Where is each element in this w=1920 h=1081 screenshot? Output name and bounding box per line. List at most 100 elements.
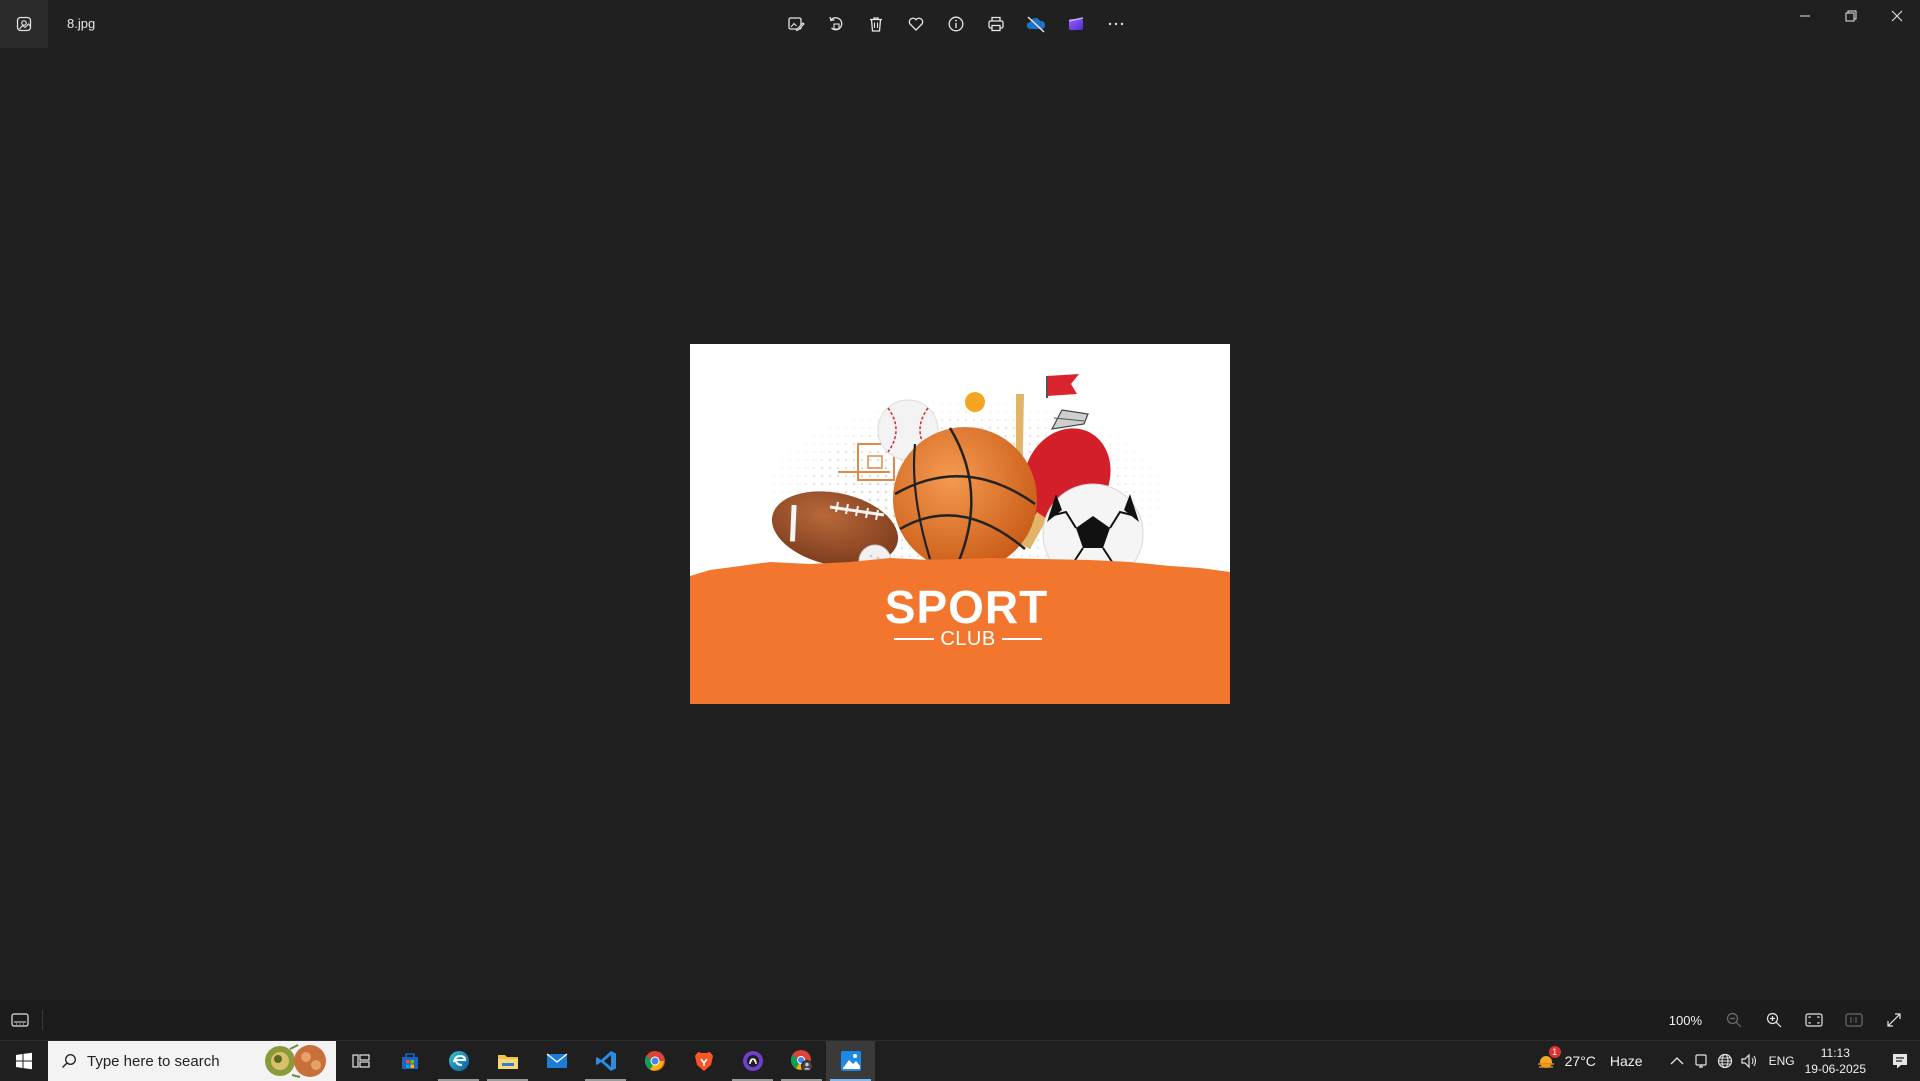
weather-widget[interactable]: 1 27°C Haze <box>1535 1046 1643 1072</box>
brave-icon <box>694 1052 713 1071</box>
taskbar-search-box[interactable]: Type here to search <box>48 1041 336 1081</box>
edit-image-button[interactable] <box>780 8 812 40</box>
taskbar-brave[interactable] <box>679 1041 728 1081</box>
zoom-out-button[interactable] <box>1716 1004 1752 1036</box>
search-placeholder: Type here to search <box>87 1052 220 1070</box>
close-icon <box>1891 10 1903 22</box>
rotate-icon <box>829 16 843 31</box>
photos-icon <box>840 1051 861 1071</box>
basketball-graphic <box>893 427 1037 571</box>
show-hidden-icons-button[interactable] <box>1665 1041 1689 1081</box>
ping-pong-ball-graphic <box>965 392 985 412</box>
clipchamp-icon <box>1068 17 1084 30</box>
delete-button[interactable] <box>860 8 892 40</box>
filmstrip-button[interactable] <box>6 1008 34 1032</box>
system-tray: 1 27°C Haze ENG 11:13 19-06-2025 <box>1535 1041 1920 1081</box>
close-button[interactable] <box>1874 0 1920 32</box>
edge-icon <box>448 1051 469 1071</box>
clock-date: 19-06-2025 <box>1804 1062 1866 1076</box>
minimize-icon <box>1800 15 1810 17</box>
actual-size-button[interactable] <box>1836 1004 1872 1036</box>
input-language[interactable]: ENG <box>1769 1054 1795 1068</box>
more-options-button[interactable] <box>1100 8 1132 40</box>
zoom-out-icon <box>1726 1012 1742 1028</box>
onedrive-button[interactable] <box>1020 8 1052 40</box>
taskbar-chrome[interactable] <box>630 1041 679 1081</box>
zoom-in-icon <box>1766 1012 1782 1028</box>
photos-window: 8.jpg SPORT CLUB 100% <box>0 0 1920 1040</box>
trash-icon <box>870 17 882 32</box>
filmstrip-icon <box>11 1013 29 1027</box>
clock-time: 11:13 <box>1820 1046 1850 1060</box>
image-subline: CLUB <box>894 626 1043 652</box>
taskbar-microsoft-store[interactable] <box>385 1041 434 1081</box>
microsoft-store-icon <box>401 1053 418 1069</box>
meet-now-button[interactable] <box>1689 1041 1713 1081</box>
globe-icon <box>1717 1053 1732 1069</box>
volume-button[interactable] <box>1737 1041 1761 1081</box>
notifications-button[interactable] <box>1880 1041 1920 1081</box>
info-icon <box>948 16 964 32</box>
zoom-in-button[interactable] <box>1756 1004 1792 1036</box>
clipchamp-button[interactable] <box>1060 8 1092 40</box>
taskbar-apps <box>336 1041 875 1081</box>
restore-icon <box>1845 10 1857 22</box>
fit-window-icon <box>1805 1013 1823 1027</box>
bottom-bar: 100% <box>0 1000 1920 1040</box>
minimize-button[interactable] <box>1782 0 1828 32</box>
rotate-button[interactable] <box>820 8 852 40</box>
print-button[interactable] <box>980 8 1012 40</box>
github-desktop-icon <box>742 1051 763 1071</box>
printer-icon <box>988 16 1004 32</box>
taskbar-photos[interactable] <box>826 1041 875 1081</box>
ellipsis-icon <box>1108 22 1124 26</box>
displayed-image: SPORT CLUB <box>690 344 1230 704</box>
expand-icon <box>1887 1013 1901 1027</box>
zoom-level[interactable]: 100% <box>1669 1013 1702 1028</box>
taskbar-github-desktop[interactable] <box>728 1041 777 1081</box>
search-highlight-illustration <box>265 1044 326 1078</box>
taskbar-chrome-profile[interactable] <box>777 1041 826 1081</box>
windows-logo-icon <box>16 1052 32 1070</box>
speaker-icon <box>1740 1053 1756 1069</box>
chevron-up-icon <box>1670 1057 1684 1065</box>
weather-temperature: 27°C <box>1564 1053 1596 1069</box>
bottom-divider <box>42 1010 43 1030</box>
window-controls <box>1782 0 1920 32</box>
weather-alert-badge: 1 <box>1548 1046 1561 1058</box>
chrome-icon <box>644 1051 665 1071</box>
network-button[interactable] <box>1713 1041 1737 1081</box>
full-screen-button[interactable] <box>1876 1004 1912 1036</box>
zoom-controls: 100% <box>1669 1004 1912 1036</box>
file-info-button[interactable] <box>940 8 972 40</box>
folder-icon <box>497 1055 518 1069</box>
actual-size-icon <box>1845 1013 1863 1027</box>
clock[interactable]: 11:13 19-06-2025 <box>1805 1045 1866 1077</box>
taskbar-edge[interactable] <box>434 1041 483 1081</box>
device-icon <box>1694 1054 1707 1068</box>
heart-icon <box>908 17 924 31</box>
start-button[interactable] <box>0 1041 48 1081</box>
task-view-button[interactable] <box>336 1041 385 1081</box>
fit-to-window-button[interactable] <box>1796 1004 1832 1036</box>
restore-button[interactable] <box>1828 0 1874 32</box>
weather-icon: 1 <box>1535 1046 1561 1072</box>
chrome-profile-icon <box>790 1050 813 1072</box>
photos-app-icon[interactable] <box>0 0 48 48</box>
mail-icon <box>546 1053 567 1068</box>
taskbar-mail[interactable] <box>532 1041 581 1081</box>
taskbar-file-explorer[interactable] <box>483 1041 532 1081</box>
cloud-off-icon <box>1026 16 1046 33</box>
edit-image-icon <box>788 17 805 32</box>
weather-condition: Haze <box>1609 1053 1643 1069</box>
image-toolbar <box>780 8 1132 40</box>
taskbar-vscode[interactable] <box>581 1041 630 1081</box>
vscode-icon <box>595 1051 616 1071</box>
favorite-button[interactable] <box>900 8 932 40</box>
image-subline-text: CLUB <box>940 627 996 650</box>
task-view-icon <box>351 1054 370 1068</box>
taskbar: Type here to search 1 27°C Haze ENG 11:1… <box>0 1040 1920 1081</box>
file-name: 8.jpg <box>67 16 96 31</box>
search-icon <box>62 1054 76 1068</box>
notification-center-icon <box>1893 1054 1907 1069</box>
